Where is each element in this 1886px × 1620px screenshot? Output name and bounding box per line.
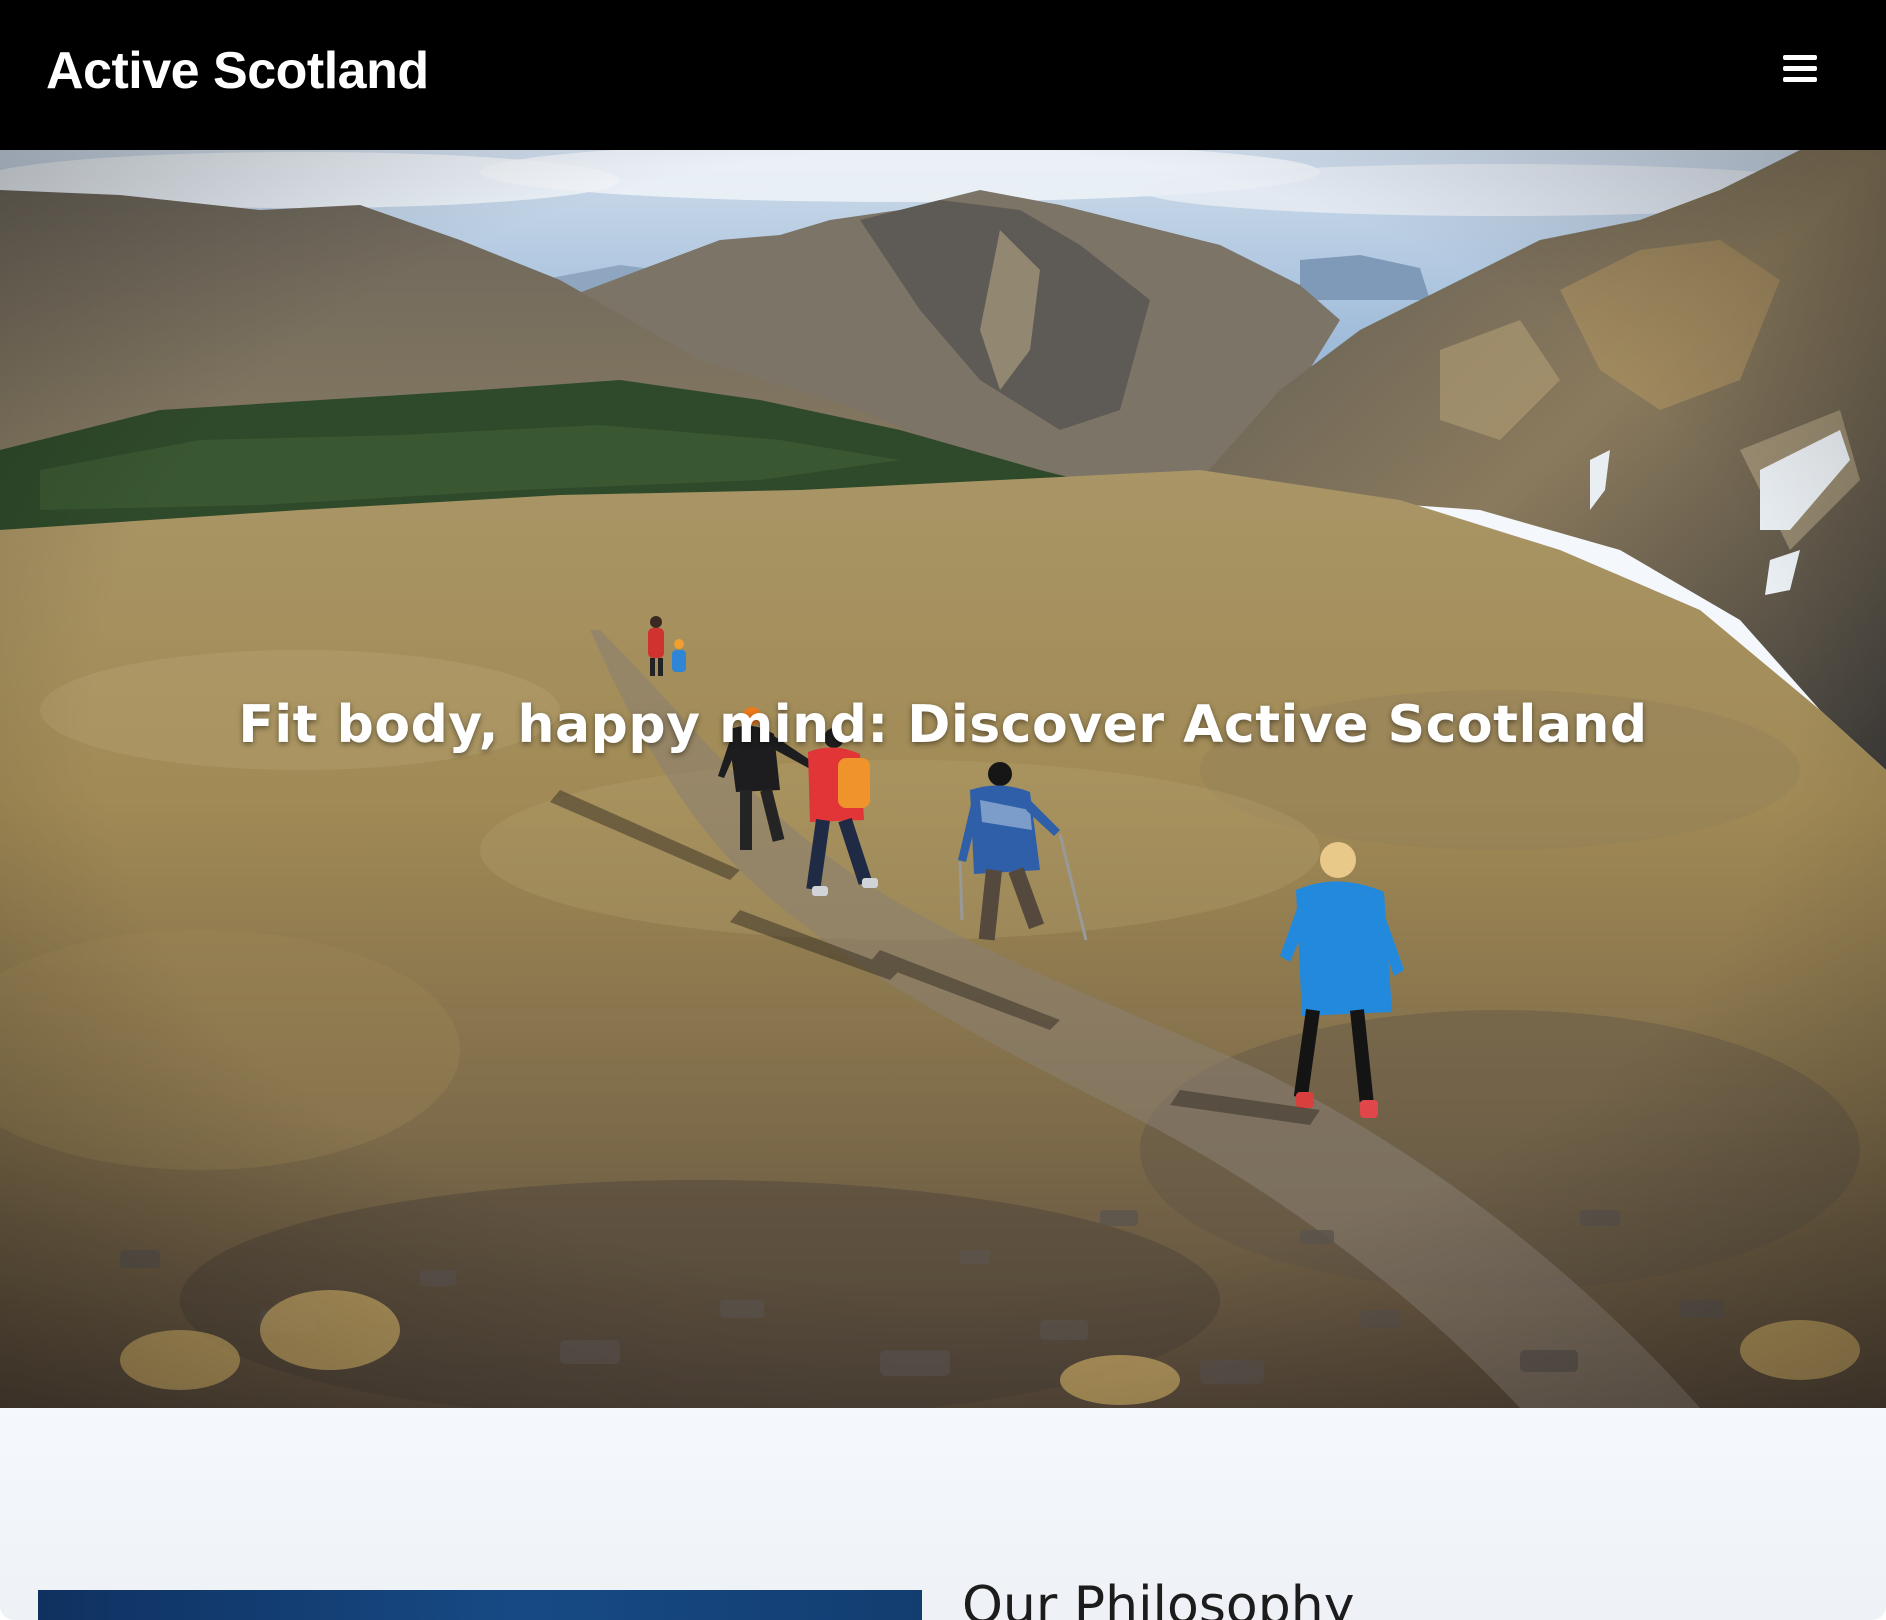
- page: Active Scotland Fit body, happy mind: Di…: [0, 0, 1886, 1620]
- philosophy-section: Our Philosophy: [0, 1408, 1886, 1620]
- hamburger-menu-icon[interactable]: [1776, 50, 1824, 92]
- philosophy-heading: Our Philosophy: [962, 1576, 1355, 1620]
- menu-bar-top: [1783, 55, 1817, 60]
- hero-banner: Fit body, happy mind: Discover Active Sc…: [0, 150, 1886, 1408]
- hero-photo: [0, 150, 1886, 1408]
- hero-title: Fit body, happy mind: Discover Active Sc…: [238, 694, 1648, 755]
- menu-bar-middle: [1783, 66, 1817, 71]
- menu-bar-bottom: [1783, 77, 1817, 82]
- site-header: Active Scotland: [0, 0, 1886, 150]
- site-logo-title[interactable]: Active Scotland: [46, 38, 429, 104]
- philosophy-image: [38, 1590, 922, 1620]
